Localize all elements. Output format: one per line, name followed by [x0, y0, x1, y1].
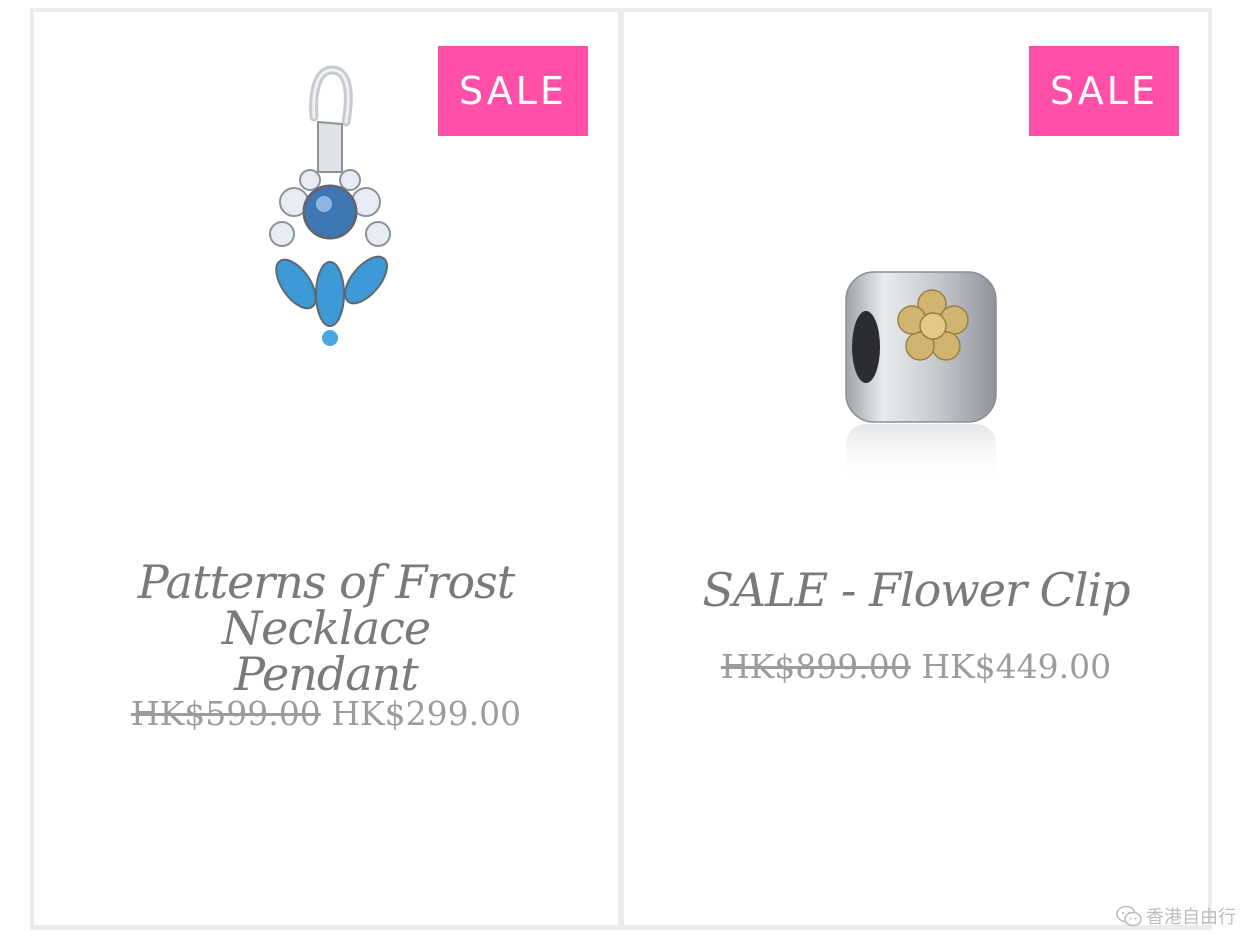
price-row: HK$899.00 HK$449.00	[624, 647, 1208, 686]
product-image-frost-pendant[interactable]	[234, 62, 414, 362]
wechat-icon	[1116, 905, 1142, 927]
product-title-line1[interactable]: Patterns of Frost Necklace	[138, 555, 515, 655]
sale-price: HK$449.00	[921, 647, 1112, 686]
product-title[interactable]: SALE - Flower Clip	[624, 567, 1208, 613]
price-row: HK$599.00 HK$299.00	[34, 694, 618, 733]
product-title-line1[interactable]: SALE - Flower Clip	[702, 563, 1130, 617]
sale-badge: SALE	[438, 46, 588, 136]
watermark: 香港自由行	[1116, 903, 1236, 929]
sale-price: HK$299.00	[331, 694, 522, 733]
product-image-flower-clip[interactable]	[836, 252, 1006, 492]
product-card-frost-pendant[interactable]: SALE Patterns of Frost Necklace Pendant …	[30, 12, 622, 925]
product-card-flower-clip[interactable]: SALE SALE - Flower Clip HK$899.00 HK$449…	[620, 12, 1212, 925]
product-title-line2[interactable]: Pendant	[234, 647, 419, 701]
product-title[interactable]: Patterns of Frost Necklace Pendant	[34, 559, 618, 697]
grid-divider-bottom	[30, 925, 1212, 930]
watermark-text: 香港自由行	[1146, 907, 1236, 928]
original-price: HK$599.00	[130, 694, 321, 733]
original-price: HK$899.00	[720, 647, 911, 686]
sale-badge: SALE	[1029, 46, 1179, 136]
